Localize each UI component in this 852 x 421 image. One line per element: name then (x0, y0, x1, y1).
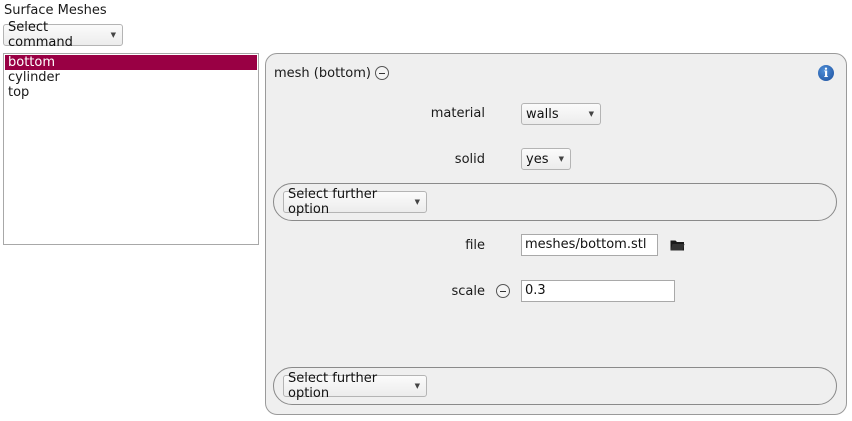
remove-mesh-icon[interactable] (375, 66, 389, 80)
mesh-list[interactable]: bottom cylinder top (3, 53, 259, 245)
solid-value: yes (526, 151, 549, 167)
further-option-label: Select further option (288, 371, 378, 401)
solid-dropdown[interactable]: yes ▼ (521, 148, 571, 170)
material-dropdown[interactable]: walls ▼ (521, 103, 601, 125)
select-command-label: Select command (8, 20, 73, 50)
solid-label: solid (454, 152, 485, 167)
list-item[interactable]: top (5, 85, 257, 100)
info-icon[interactable]: i (818, 65, 834, 81)
file-input[interactable]: meshes/bottom.stl (521, 234, 658, 256)
select-command-dropdown[interactable]: Select command ▼ (3, 20, 123, 50)
chevron-down-icon: ▼ (414, 198, 420, 206)
mesh-panel-header: mesh (bottom) (274, 66, 371, 81)
list-item[interactable]: bottom (5, 55, 257, 70)
list-item[interactable]: cylinder (5, 70, 257, 85)
chevron-down-icon: ▼ (110, 31, 116, 39)
material-value: walls (526, 106, 559, 122)
select-further-option-dropdown[interactable]: Select further option ▼ (283, 187, 427, 217)
folder-icon[interactable] (670, 239, 685, 251)
file-label: file (465, 238, 485, 253)
further-option-label: Select further option (288, 187, 378, 217)
select-further-option-dropdown[interactable]: Select further option ▼ (283, 371, 427, 401)
scale-input[interactable]: 0.3 (521, 280, 675, 302)
window-title: Surface Meshes (4, 3, 107, 18)
material-label: material (430, 106, 485, 121)
chevron-down-icon: ▼ (558, 155, 564, 163)
chevron-down-icon: ▼ (588, 110, 594, 118)
chevron-down-icon: ▼ (414, 382, 420, 390)
remove-scale-icon[interactable] (496, 284, 510, 298)
scale-label: scale (451, 284, 486, 299)
